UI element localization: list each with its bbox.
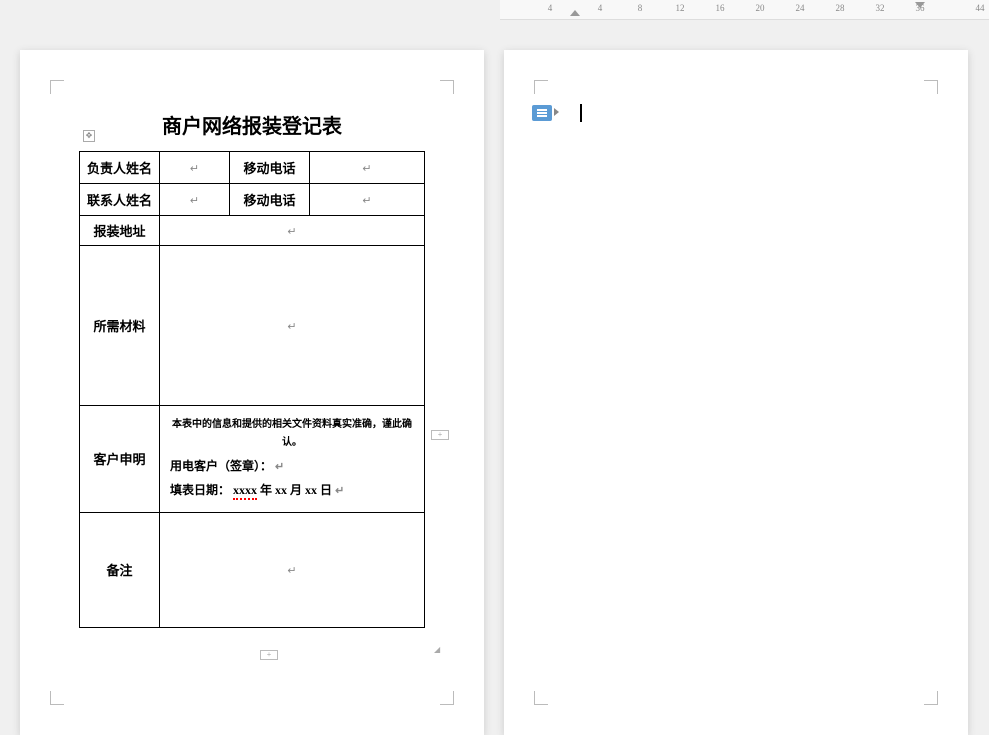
ruler-tick: 12 — [676, 3, 685, 13]
date-year-unit: 年 — [260, 483, 272, 497]
paragraph-mark-icon: ↵ — [335, 485, 344, 497]
table-resize-handle-icon[interactable]: + — [260, 650, 278, 660]
indent-marker-icon[interactable] — [915, 2, 925, 8]
page-2[interactable] — [504, 50, 968, 735]
label-mobile-phone[interactable]: 移动电话 — [230, 152, 310, 184]
label-required-materials[interactable]: 所需材料 — [80, 246, 160, 406]
table-row: 报装地址 ↵ — [80, 216, 425, 246]
horizontal-ruler[interactable]: 4 4 8 12 16 20 24 28 32 36 44 — [500, 0, 989, 20]
value-owner-name[interactable]: ↵ — [160, 152, 230, 184]
margin-corner-icon — [50, 80, 64, 94]
label-contact-name[interactable]: 联系人姓名 — [80, 184, 160, 216]
label-mobile-phone-2[interactable]: 移动电话 — [230, 184, 310, 216]
declaration-confirm-text: 本表中的信息和提供的相关文件资料真实准确，谨此确认。 — [170, 416, 414, 452]
margin-corner-icon — [50, 691, 64, 705]
margin-corner-icon — [440, 80, 454, 94]
margin-corner-icon — [534, 80, 548, 94]
date-day-placeholder: xx — [305, 483, 317, 497]
declaration-date-label: 填表日期： — [170, 483, 230, 497]
label-remarks[interactable]: 备注 — [80, 512, 160, 627]
value-mobile-phone[interactable]: ↵ — [310, 152, 425, 184]
table-corner-resize-icon[interactable]: ◢ — [434, 645, 442, 653]
ruler-tick: 44 — [976, 3, 985, 13]
table-anchor-icon[interactable]: ✥ — [83, 130, 95, 142]
paragraph-mark-icon: ↵ — [287, 565, 296, 577]
value-remarks[interactable]: ↵ — [160, 512, 425, 627]
document-title[interactable]: 商户网络报装登记表 — [55, 110, 449, 139]
date-year-placeholder: xxxx — [233, 483, 257, 500]
ruler-tick: 4 — [598, 3, 603, 13]
label-install-address[interactable]: 报装地址 — [80, 216, 160, 246]
ruler-tick: 4 — [548, 3, 553, 13]
table-resize-handle-icon[interactable]: + — [431, 430, 449, 440]
value-customer-declaration[interactable]: 本表中的信息和提供的相关文件资料真实准确，谨此确认。 用电客户（签章）： ↵ 填… — [160, 406, 425, 513]
date-day-unit: 日 — [320, 483, 332, 497]
table-row: 客户申明 本表中的信息和提供的相关文件资料真实准确，谨此确认。 用电客户（签章）… — [80, 406, 425, 513]
table-row: 备注 ↵ — [80, 512, 425, 627]
page-1[interactable]: ✥ 商户网络报装登记表 负责人姓名 ↵ 移动电话 ↵ 联系人姓名 ↵ 移动电话 … — [20, 50, 484, 735]
ruler-tick: 24 — [796, 3, 805, 13]
paragraph-mark-icon: ↵ — [362, 195, 371, 207]
ruler-tick: 16 — [716, 3, 725, 13]
ruler-tick: 8 — [638, 3, 643, 13]
ruler-tick: 32 — [876, 3, 885, 13]
table-row: 负责人姓名 ↵ 移动电话 ↵ — [80, 152, 425, 184]
table-row: 所需材料 ↵ — [80, 246, 425, 406]
value-contact-name[interactable]: ↵ — [160, 184, 230, 216]
value-mobile-phone-2[interactable]: ↵ — [310, 184, 425, 216]
date-month-unit: 月 — [290, 483, 302, 497]
date-month-placeholder: xx — [275, 483, 287, 497]
dropdown-arrow-icon[interactable] — [554, 108, 559, 116]
registration-form-table[interactable]: 负责人姓名 ↵ 移动电话 ↵ 联系人姓名 ↵ 移动电话 ↵ 报装地址 ↵ 所需材… — [79, 151, 425, 628]
declaration-signature-label: 用电客户（签章）： — [170, 459, 272, 473]
value-required-materials[interactable]: ↵ — [160, 246, 425, 406]
ruler-tick: 20 — [756, 3, 765, 13]
paragraph-mark-icon: ↵ — [287, 226, 296, 238]
margin-corner-icon — [924, 691, 938, 705]
indent-marker-icon[interactable] — [570, 10, 580, 16]
paragraph-mark-icon: ↵ — [190, 163, 199, 175]
paragraph-mark-icon: ↵ — [362, 163, 371, 175]
structured-document-tag-icon[interactable] — [532, 105, 552, 121]
value-install-address[interactable]: ↵ — [160, 216, 425, 246]
margin-corner-icon — [440, 691, 454, 705]
label-customer-declaration[interactable]: 客户申明 — [80, 406, 160, 513]
text-cursor-icon — [580, 104, 582, 122]
paragraph-mark-icon: ↵ — [275, 461, 284, 473]
margin-corner-icon — [534, 691, 548, 705]
paragraph-mark-icon: ↵ — [190, 195, 199, 207]
document-workspace: ✥ 商户网络报装登记表 负责人姓名 ↵ 移动电话 ↵ 联系人姓名 ↵ 移动电话 … — [0, 25, 989, 735]
table-row: 联系人姓名 ↵ 移动电话 ↵ — [80, 184, 425, 216]
label-owner-name[interactable]: 负责人姓名 — [80, 152, 160, 184]
paragraph-mark-icon: ↵ — [287, 321, 296, 333]
ruler-tick: 28 — [836, 3, 845, 13]
margin-corner-icon — [924, 80, 938, 94]
